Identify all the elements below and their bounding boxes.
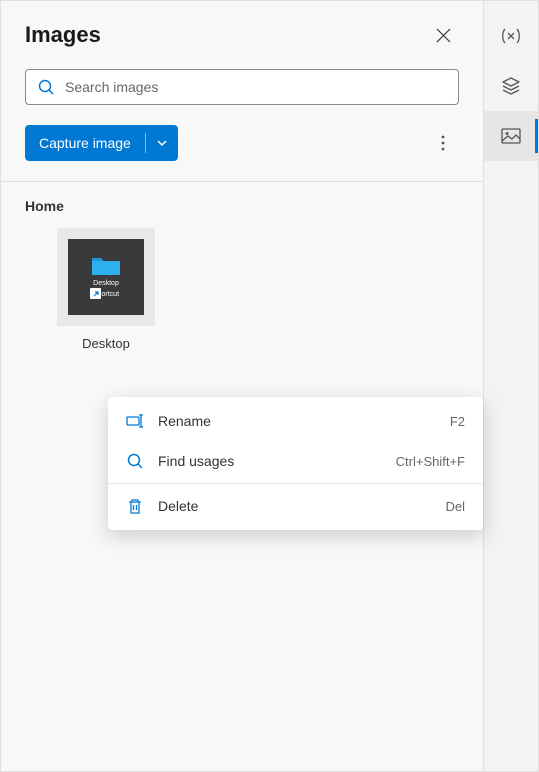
menu-label: Rename: [158, 413, 436, 429]
search-row: [1, 61, 483, 113]
delete-icon: [126, 497, 144, 515]
thumb-text-1: Desktop: [93, 280, 119, 288]
more-button[interactable]: [427, 127, 459, 159]
image-item: Desktop Shortcut Desktop: [57, 228, 155, 351]
menu-delete[interactable]: Delete Del: [108, 486, 483, 526]
close-icon: [436, 28, 451, 43]
menu-label: Delete: [158, 498, 431, 514]
rail-layers[interactable]: [484, 61, 538, 111]
home-section: Home Desktop Shortcut: [1, 182, 483, 367]
menu-label: Find usages: [158, 453, 382, 469]
capture-dropdown[interactable]: [146, 137, 178, 149]
rename-icon: [126, 412, 144, 430]
context-menu: Rename F2 Find usages Ctrl+Shift+F Delet…: [108, 397, 483, 530]
menu-rename[interactable]: Rename F2: [108, 401, 483, 441]
rail-variables[interactable]: [484, 11, 538, 61]
images-panel: Images Capture image Home: [0, 0, 484, 772]
search-box[interactable]: [25, 69, 459, 105]
menu-divider: [108, 483, 483, 484]
image-label: Desktop: [82, 336, 130, 351]
variables-icon: [501, 27, 521, 45]
search-icon: [126, 452, 144, 470]
menu-shortcut: Ctrl+Shift+F: [396, 454, 465, 469]
panel-header: Images: [1, 1, 483, 61]
search-input[interactable]: [65, 79, 446, 95]
image-thumbnail[interactable]: Desktop Shortcut: [57, 228, 155, 326]
menu-shortcut: Del: [445, 499, 465, 514]
rail-images[interactable]: [484, 111, 538, 161]
menu-find-usages[interactable]: Find usages Ctrl+Shift+F: [108, 441, 483, 481]
layers-icon: [501, 77, 521, 95]
chevron-down-icon: [156, 137, 168, 149]
right-rail: [484, 0, 539, 772]
more-vertical-icon: [441, 135, 445, 151]
menu-shortcut: F2: [450, 414, 465, 429]
search-icon: [38, 79, 55, 96]
panel-title: Images: [25, 22, 101, 48]
image-icon: [501, 128, 521, 144]
capture-image-button[interactable]: Capture image: [25, 125, 178, 161]
toolbar: Capture image: [1, 113, 483, 181]
thumbnail-content: Desktop Shortcut: [68, 239, 144, 315]
section-title: Home: [25, 198, 459, 214]
close-button[interactable]: [427, 19, 459, 51]
shortcut-badge: [90, 288, 101, 299]
thumbnail-grid: Desktop Shortcut Desktop: [25, 228, 459, 351]
folder-icon: [91, 255, 121, 277]
shortcut-arrow-icon: [92, 290, 100, 298]
capture-label: Capture image: [25, 135, 145, 151]
